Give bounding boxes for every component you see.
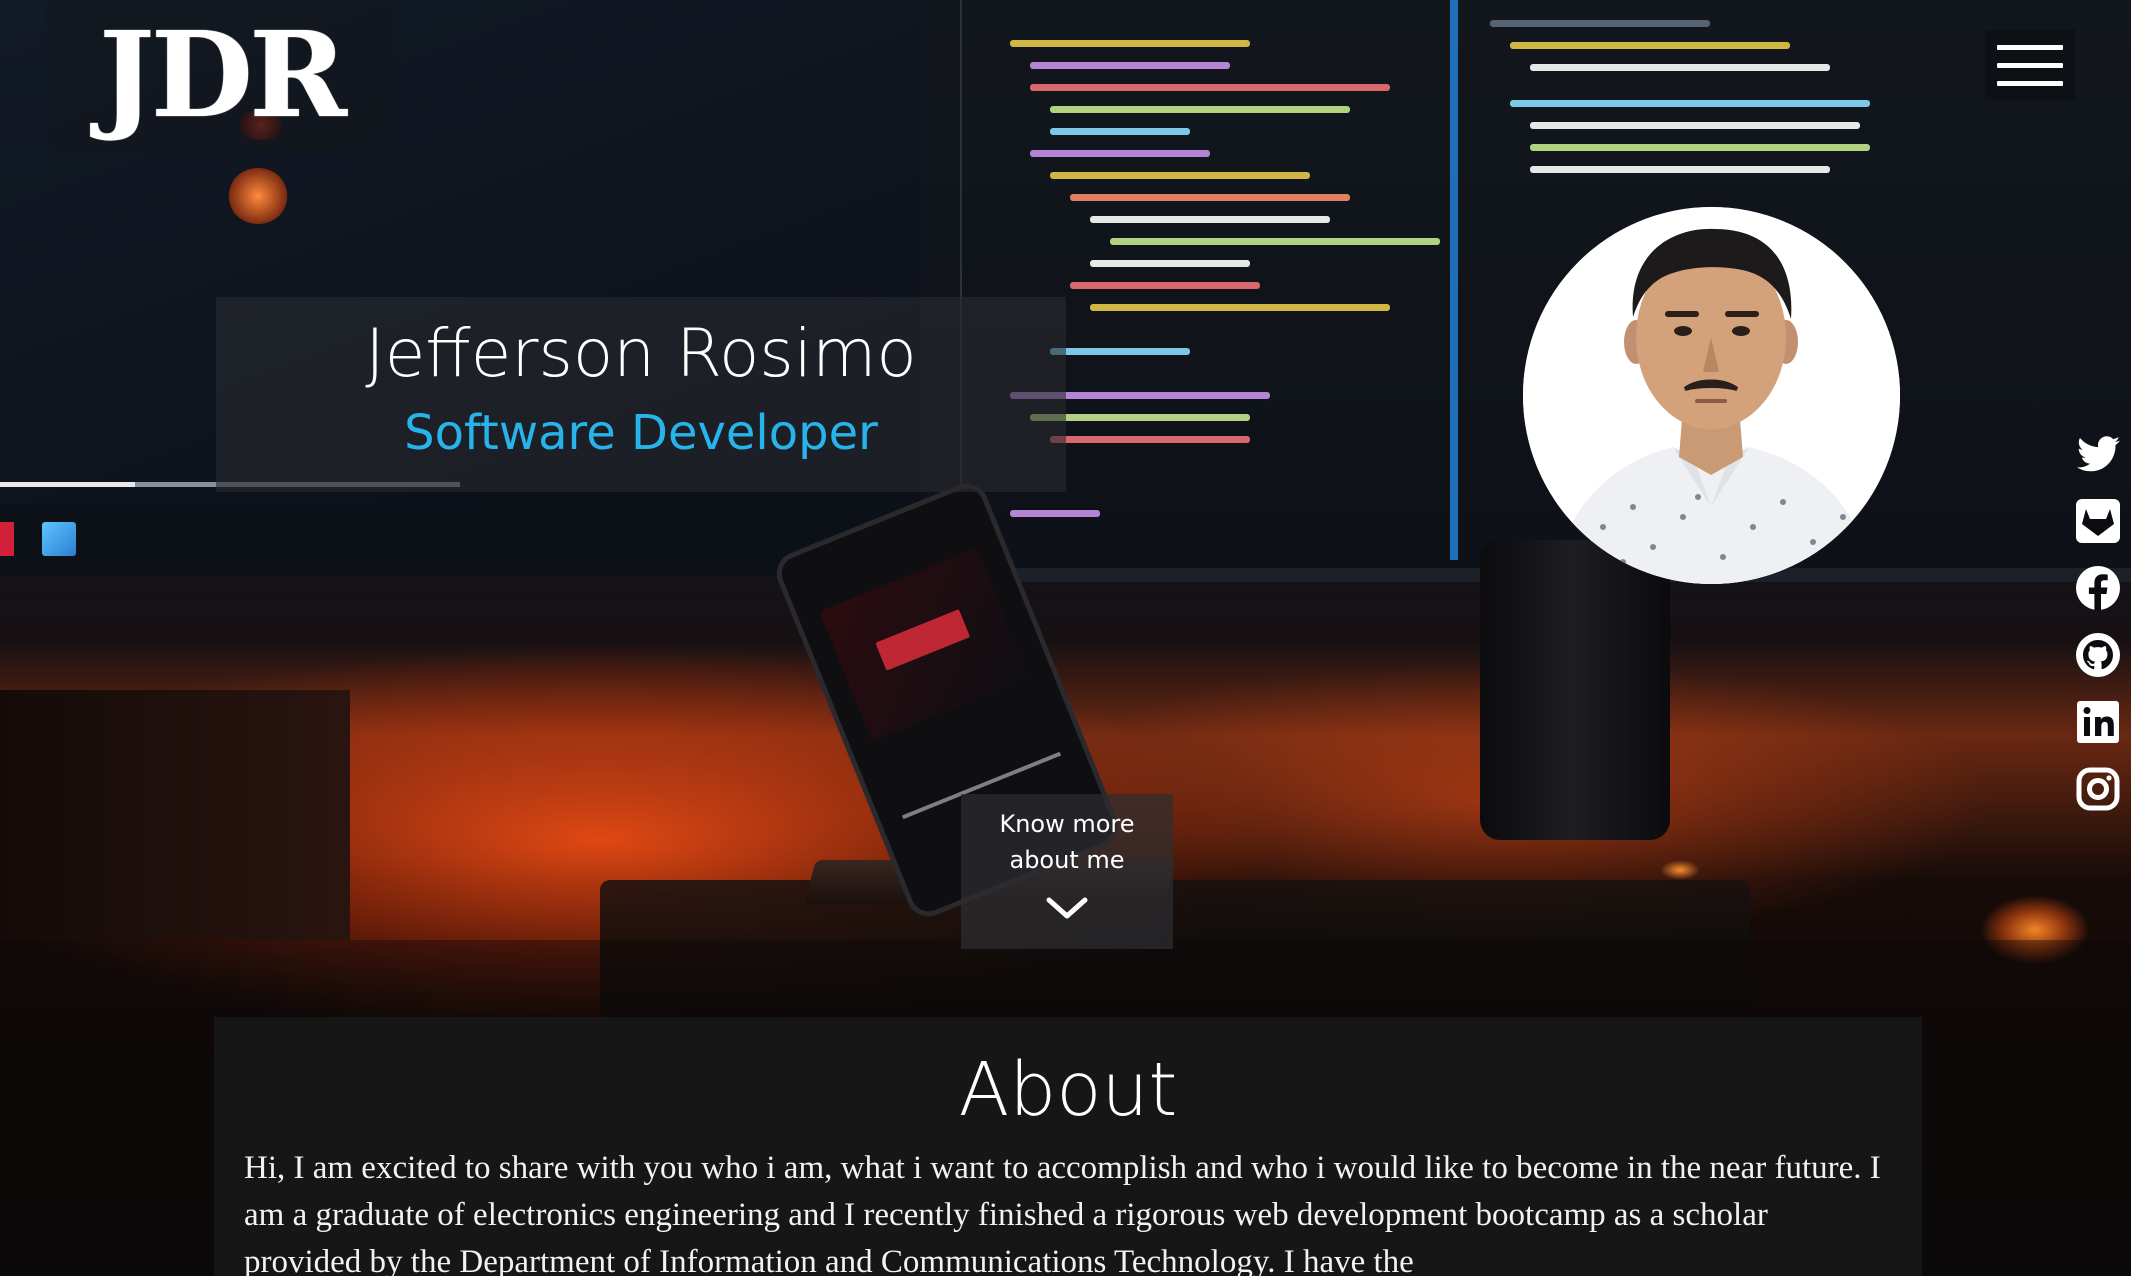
background-code-line — [1530, 144, 1870, 151]
portfolio-page: JDR Jefferson Rosimo Software Developer — [0, 0, 2131, 1276]
twitter-icon[interactable] — [2074, 430, 2122, 478]
chevron-down-icon — [1046, 897, 1088, 919]
background-code-line — [1010, 40, 1250, 47]
background-taskbar-icon — [0, 522, 14, 556]
know-more-button[interactable]: Know more about me — [961, 794, 1173, 949]
profile-photo-illustration — [1523, 207, 1900, 584]
background-code-line — [1030, 150, 1210, 157]
background-code-line — [1010, 510, 1100, 517]
background-code-line — [1090, 260, 1250, 267]
github-icon[interactable] — [2074, 631, 2122, 679]
about-title: About — [958, 1047, 1178, 1133]
hero-name: Jefferson Rosimo — [365, 315, 917, 392]
about-section: About Hi, I am excited to share with you… — [214, 1017, 1922, 1276]
know-more-label: Know more about me — [961, 806, 1173, 878]
background-code-line — [1510, 42, 1790, 49]
about-text: Hi, I am excited to share with you who i… — [244, 1150, 1881, 1276]
social-links — [2070, 430, 2126, 813]
site-logo[interactable]: JDR — [46, 0, 396, 150]
background-code-line — [1510, 100, 1870, 107]
background-code-line — [1090, 216, 1330, 223]
menu-bar — [1997, 44, 2063, 50]
background-code-line — [1050, 436, 1250, 443]
profile-photo — [1523, 207, 1900, 584]
know-more-label-line2: about me — [1009, 846, 1125, 874]
background-code-line — [1070, 282, 1260, 289]
hamburger-menu-icon[interactable] — [1985, 30, 2075, 100]
background-editor-divider — [1450, 0, 1458, 560]
background-code-line — [1050, 172, 1310, 179]
background-monitor-right — [920, 0, 2131, 582]
background-code-line — [1490, 20, 1710, 27]
background-code-line — [1530, 166, 1830, 173]
background-code-line — [1090, 304, 1390, 311]
background-code-line — [1070, 194, 1350, 201]
instagram-icon[interactable] — [2074, 765, 2122, 813]
background-code-line — [1530, 64, 1830, 71]
know-more-label-line1: Know more — [999, 810, 1135, 838]
background-code-line — [1530, 122, 1860, 129]
facebook-icon[interactable] — [2074, 564, 2122, 612]
background-code-line — [1050, 106, 1350, 113]
linkedin-icon[interactable] — [2074, 698, 2122, 746]
menu-bar — [1997, 80, 2063, 86]
background-light — [1660, 860, 1700, 880]
background-code-line — [1050, 348, 1190, 355]
background-code-line — [1110, 238, 1440, 245]
gitlab-icon[interactable] — [2074, 497, 2122, 545]
background-album-art — [228, 168, 288, 224]
background-code-line — [1030, 84, 1390, 91]
logo-text: JDR — [98, 5, 347, 144]
background-camera-lens — [1480, 540, 1670, 840]
hero-role: Software Developer — [404, 405, 878, 461]
background-code-line — [1030, 62, 1230, 69]
hero-intro: Jefferson Rosimo Software Developer — [216, 297, 1066, 492]
background-code-line — [1050, 128, 1190, 135]
background-taskbar-icon — [42, 522, 76, 556]
menu-bar — [1997, 62, 2063, 68]
background-speaker — [0, 690, 350, 940]
